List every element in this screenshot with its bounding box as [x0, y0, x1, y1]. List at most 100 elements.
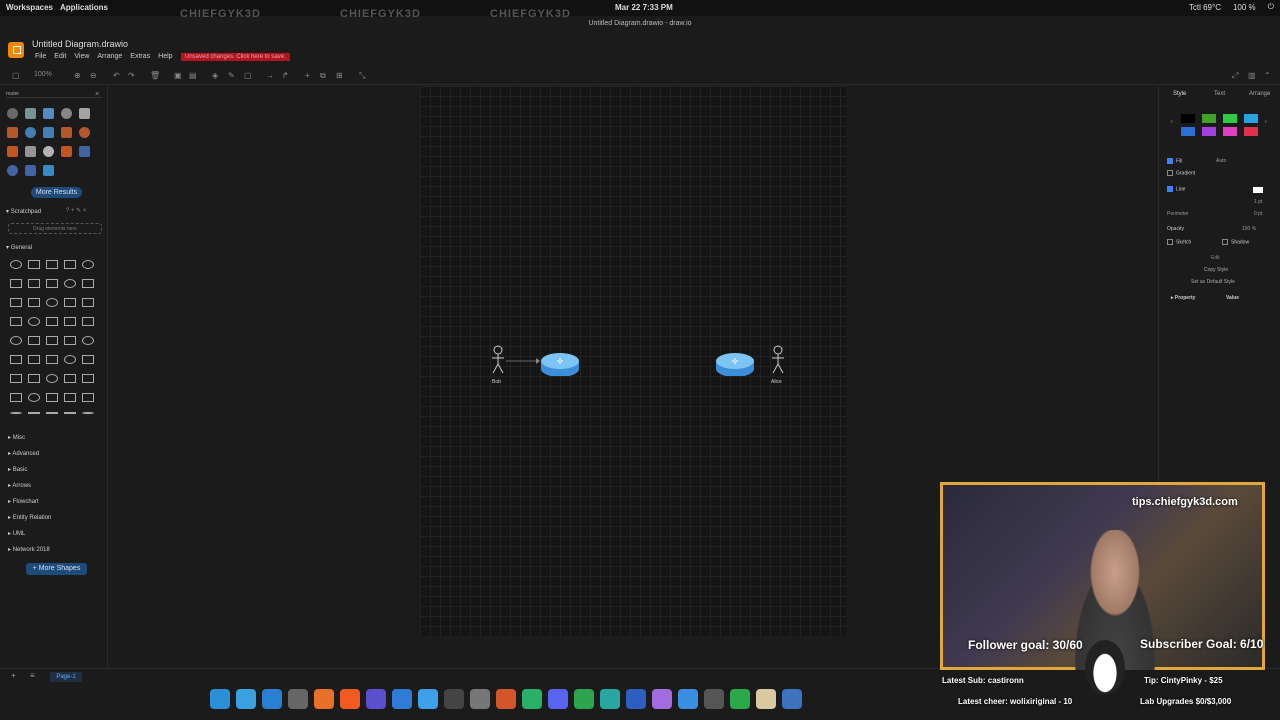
color-swatch[interactable]: [1244, 127, 1258, 136]
dock-app-icon[interactable]: [496, 689, 516, 709]
more-icon[interactable]: ⤡: [359, 71, 365, 81]
general-shape[interactable]: [64, 355, 76, 364]
category-uml[interactable]: ▸ UML: [8, 530, 25, 537]
menu-view[interactable]: View: [74, 53, 89, 60]
color-swatch[interactable]: [1202, 127, 1216, 136]
general-shape[interactable]: [28, 355, 40, 364]
general-shape[interactable]: [10, 336, 22, 345]
battery-indicator[interactable]: 100 %: [1233, 3, 1256, 12]
router-shape-result[interactable]: [25, 165, 36, 176]
dock-app-icon[interactable]: [366, 689, 386, 709]
router-shape-result[interactable]: [7, 127, 18, 138]
router-shape-result[interactable]: [79, 127, 90, 138]
general-shape[interactable]: [82, 374, 94, 383]
delete-icon[interactable]: 🗑: [150, 71, 160, 80]
category-entity-relation[interactable]: ▸ Entity Relation: [8, 514, 51, 521]
router-shape-result[interactable]: [61, 108, 72, 119]
dock-app-icon[interactable]: [548, 689, 568, 709]
general-shape[interactable]: [46, 279, 58, 288]
dock-app-icon[interactable]: [652, 689, 672, 709]
general-shape[interactable]: [64, 317, 76, 326]
category-flowchart[interactable]: ▸ Flowchart: [8, 498, 39, 505]
line-color-icon[interactable]: ✎: [228, 71, 235, 80]
general-shape[interactable]: [82, 336, 94, 345]
router-shape-result[interactable]: [25, 127, 36, 138]
general-shape[interactable]: [64, 298, 76, 307]
general-shape[interactable]: [64, 412, 76, 414]
zoom-out-icon[interactable]: ⊖: [90, 71, 97, 80]
redo-icon[interactable]: ↷: [128, 71, 135, 80]
dock-app-icon[interactable]: [782, 689, 802, 709]
dock-app-icon[interactable]: [600, 689, 620, 709]
shadow-checkbox[interactable]: Shadow: [1222, 239, 1249, 245]
connector-edge[interactable]: [506, 356, 540, 366]
router-shape-result[interactable]: [79, 108, 90, 119]
general-shape[interactable]: [64, 374, 76, 383]
pages-menu-icon[interactable]: ≡: [30, 671, 35, 680]
line-color-swatch[interactable]: [1253, 187, 1263, 193]
general-shape[interactable]: [46, 412, 58, 414]
fill-checkbox[interactable]: Fill: [1167, 158, 1182, 164]
more-results-button[interactable]: More Results: [31, 187, 82, 198]
applications-menu[interactable]: Applications: [60, 3, 108, 12]
general-shape[interactable]: [46, 260, 58, 269]
general-shape[interactable]: [82, 355, 94, 364]
page-tab-1[interactable]: Page-1: [50, 672, 82, 682]
waypoints-icon[interactable]: ↱: [282, 71, 289, 80]
menu-help[interactable]: Help: [158, 53, 172, 60]
router-shape-result[interactable]: [61, 146, 72, 157]
general-shape[interactable]: [10, 412, 22, 414]
category-advanced[interactable]: ▸ Advanced: [8, 450, 39, 457]
dock-app-icon[interactable]: [392, 689, 412, 709]
router-shape-result[interactable]: [43, 165, 54, 176]
general-shape[interactable]: [46, 393, 58, 402]
dock-app-icon[interactable]: [470, 689, 490, 709]
dock-app-icon[interactable]: [262, 689, 282, 709]
general-shape[interactable]: [82, 317, 94, 326]
general-shape[interactable]: [10, 393, 22, 402]
general-shape[interactable]: [28, 374, 40, 383]
general-shape[interactable]: [82, 393, 94, 402]
menu-extras[interactable]: Extras: [130, 53, 150, 60]
scratchpad-header[interactable]: ▾ Scratchpad: [6, 208, 41, 215]
fullscreen-icon[interactable]: ⤢: [1232, 71, 1238, 81]
dock-app-icon[interactable]: [756, 689, 776, 709]
scratchpad-drop-area[interactable]: Drag elements here: [8, 223, 102, 234]
general-shape[interactable]: [28, 393, 40, 402]
line-checkbox[interactable]: Line: [1167, 186, 1185, 192]
general-shape[interactable]: [10, 298, 22, 307]
general-shape[interactable]: [10, 260, 22, 269]
category-misc[interactable]: ▸ Misc: [8, 434, 25, 441]
sketch-checkbox[interactable]: Sketch: [1167, 239, 1191, 245]
router-shape-result[interactable]: [43, 127, 54, 138]
general-shape[interactable]: [28, 260, 40, 269]
dock-app-icon[interactable]: [444, 689, 464, 709]
color-swatch[interactable]: [1244, 114, 1258, 123]
document-title[interactable]: Untitled Diagram.drawio: [32, 39, 128, 49]
general-shape[interactable]: [82, 298, 94, 307]
general-shape[interactable]: [46, 374, 58, 383]
general-shape[interactable]: [46, 355, 58, 364]
general-shape[interactable]: [10, 355, 22, 364]
color-swatch[interactable]: [1202, 114, 1216, 123]
dock-app-icon[interactable]: [236, 689, 256, 709]
scratchpad-help-icon[interactable]: ? + ✎ ×: [66, 207, 86, 214]
router-shape-result[interactable]: [25, 146, 36, 157]
to-front-icon[interactable]: ▣: [174, 71, 182, 80]
clock[interactable]: Mar 22 7:33 PM: [615, 3, 673, 12]
fill-color-icon[interactable]: ◈: [212, 71, 218, 80]
swatch-next-icon[interactable]: ›: [1265, 119, 1267, 125]
general-shape[interactable]: [64, 393, 76, 402]
general-shape[interactable]: [82, 279, 94, 288]
router-shape-result[interactable]: [7, 108, 18, 119]
general-shape[interactable]: [28, 279, 40, 288]
undo-icon[interactable]: ↶: [113, 71, 120, 80]
dock-app-icon[interactable]: [340, 689, 360, 709]
dock-app-icon[interactable]: [626, 689, 646, 709]
property-header[interactable]: ▸ Property: [1171, 295, 1195, 301]
fill-mode-select[interactable]: Auto: [1216, 158, 1226, 164]
general-header[interactable]: ▾ General: [6, 244, 32, 251]
tab-style[interactable]: Style: [1173, 91, 1186, 97]
add-page-icon[interactable]: +: [11, 671, 16, 680]
dock-app-icon[interactable]: [288, 689, 308, 709]
